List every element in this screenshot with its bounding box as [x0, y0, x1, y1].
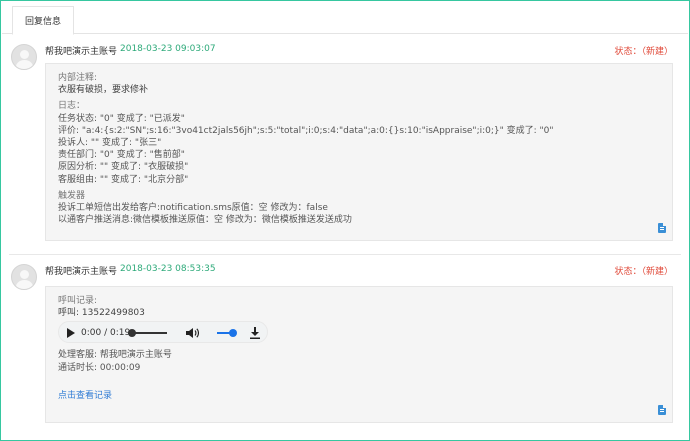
document-icon[interactable] — [658, 405, 666, 415]
entry-divider — [9, 254, 681, 255]
audio-player: 0:00 / 0:19 — [58, 321, 268, 344]
progress-slider[interactable] — [128, 329, 167, 338]
avatar-body-shape — [16, 280, 33, 289]
log-line: 责任部门: "0" 变成了: "售前部" — [58, 150, 185, 161]
log-label: 日志： — [58, 101, 86, 112]
avatar-body-shape — [16, 60, 33, 69]
avatar — [11, 264, 37, 290]
log-line: 任务状态: "0" 变成了: "已派发" — [58, 113, 185, 124]
internal-note-text: 衣服有破损，要求修补 — [58, 85, 149, 96]
tab-bar: 回复信息 — [2, 2, 688, 35]
volume-knob[interactable] — [229, 329, 237, 338]
document-icon[interactable] — [658, 223, 666, 233]
reply-entry: 帮我吧演示主账号 2018-03-23 09:03:07 状态：（新建） 内部注… — [1, 36, 689, 254]
internal-note-label: 内部注释: — [58, 73, 98, 83]
avatar-head-shape — [20, 50, 29, 59]
call-number: 呼叫: 13522499803 — [58, 308, 145, 319]
entry-content: 内部注释: 衣服有破损，要求修补 日志： 任务状态: "0" 变成了: "已派发… — [45, 63, 673, 241]
download-icon[interactable] — [250, 327, 260, 340]
avatar — [11, 44, 37, 70]
trigger-line: 以通客户推送消息:微信模板推送原值：空 修改为：微信模板推送发送成功 — [58, 215, 352, 226]
log-line: 原因分析: "" 变成了: "衣服破损" — [58, 162, 189, 173]
volume-slider[interactable] — [217, 329, 237, 338]
avatar-head-shape — [20, 270, 29, 279]
status-badge: 状态：（新建） — [614, 47, 673, 57]
progress-knob[interactable] — [128, 329, 136, 338]
player-time: 0:00 / 0:19 — [81, 328, 131, 339]
trigger-line: 投诉工单短信出发给客户:notification.sms原值：空 修改为：fal… — [58, 203, 328, 214]
entry-author: 帮我吧演示主账号 — [45, 47, 118, 57]
entry-content: 呼叫记录: 呼叫: 13522499803 0:00 / 0:19 处理客服: … — [45, 286, 673, 423]
entry-time: 2018-03-23 09:03:07 — [120, 44, 216, 54]
entry-author: 帮我吧演示主账号 — [45, 267, 118, 277]
log-line: 评价: "a:4:{s:2:"SN";s:16:"3vo41ct2jals56j… — [58, 125, 554, 136]
view-record-link[interactable]: 点击查看记录 — [58, 390, 112, 402]
tab-reply-info[interactable]: 回复信息 — [12, 6, 74, 35]
call-record-label: 呼叫记录: — [58, 296, 98, 306]
entry-time: 2018-03-23 08:53:35 — [120, 264, 216, 274]
log-line: 投诉人: "" 变成了: "张三" — [58, 138, 162, 149]
handling-agent: 处理客服: 帮我吧演示主账号 — [58, 350, 172, 361]
trigger-label: 触发器 — [58, 190, 86, 201]
log-line: 客服组由: "" 变成了: "北京分部" — [58, 174, 189, 185]
play-icon[interactable] — [67, 328, 75, 339]
status-badge: 状态：（新建） — [614, 267, 673, 277]
volume-icon[interactable] — [185, 327, 199, 339]
reply-entry: 帮我吧演示主账号 2018-03-23 08:53:35 状态：（新建） 呼叫记… — [1, 256, 689, 436]
reply-panel: 回复信息 帮我吧演示主账号 2018-03-23 09:03:07 状态：（新建… — [0, 0, 690, 441]
call-duration: 通话时长: 00:00:09 — [58, 362, 141, 373]
